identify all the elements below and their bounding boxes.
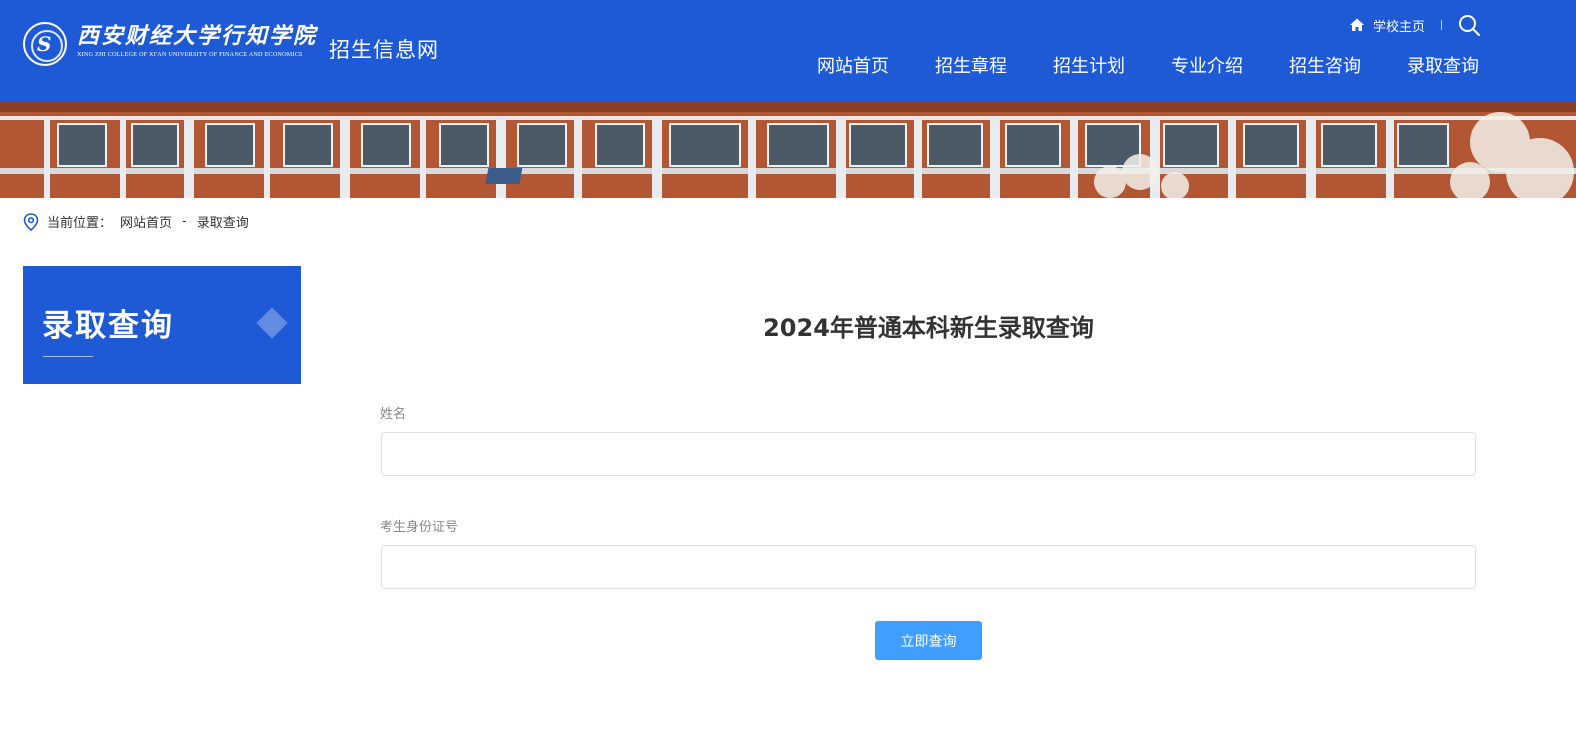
top-links: 学校主页 [1349,14,1480,36]
nav-admission-rules[interactable]: 招生章程 [935,52,1007,78]
site-header: S 西安财经大学行知学院 XING ZHI COLLEGE OF XI'AN U… [0,0,1576,102]
section-title-box: 录取查询 [23,266,301,384]
campus-banner [0,102,1576,198]
home-icon [1349,18,1364,31]
breadcrumb-label: 当前位置： [47,216,113,231]
search-icon[interactable] [1458,14,1480,36]
name-input[interactable] [381,432,1476,476]
breadcrumb-home[interactable]: 网站首页 [120,212,172,231]
section-title: 录取查询 [42,308,174,344]
school-home-link[interactable]: 学校主页 [1373,16,1425,35]
id-number-label: 考生身份证号 [380,520,459,535]
breadcrumb-separator: - [182,214,187,229]
nav-consultation[interactable]: 招生咨询 [1289,52,1361,78]
logo-chinese-name: 西安财经大学行知学院 [77,23,318,49]
main-nav: 网站首页 招生章程 招生计划 专业介绍 招生咨询 录取查询 [771,52,1479,78]
top-divider [1441,20,1442,30]
breadcrumb: 当前位置： 网站首页 - 录取查询 [23,212,249,231]
id-number-input[interactable] [381,545,1476,589]
name-label: 姓名 [380,407,407,422]
diamond-icon [256,307,288,339]
logo-english-name: XING ZHI COLLEGE OF XI'AN UNIVERSITY OF … [77,51,303,58]
query-submit-button[interactable]: 立即查询 [875,621,982,660]
building-banner-image [0,102,1576,198]
query-form-title: 2024年普通本科新生录取查询 [763,314,1094,342]
nav-admission-query[interactable]: 录取查询 [1407,52,1479,78]
nav-admission-plan[interactable]: 招生计划 [1053,52,1125,78]
section-title-underline [43,356,93,357]
location-pin-icon [23,212,39,231]
nav-home[interactable]: 网站首页 [817,52,889,78]
college-logo[interactable]: S 西安财经大学行知学院 XING ZHI COLLEGE OF XI'AN U… [23,22,439,66]
site-name: 招生信息网 [329,38,440,62]
breadcrumb-current: 录取查询 [196,216,249,231]
college-seal-icon: S [23,22,67,66]
nav-majors[interactable]: 专业介绍 [1171,52,1243,78]
